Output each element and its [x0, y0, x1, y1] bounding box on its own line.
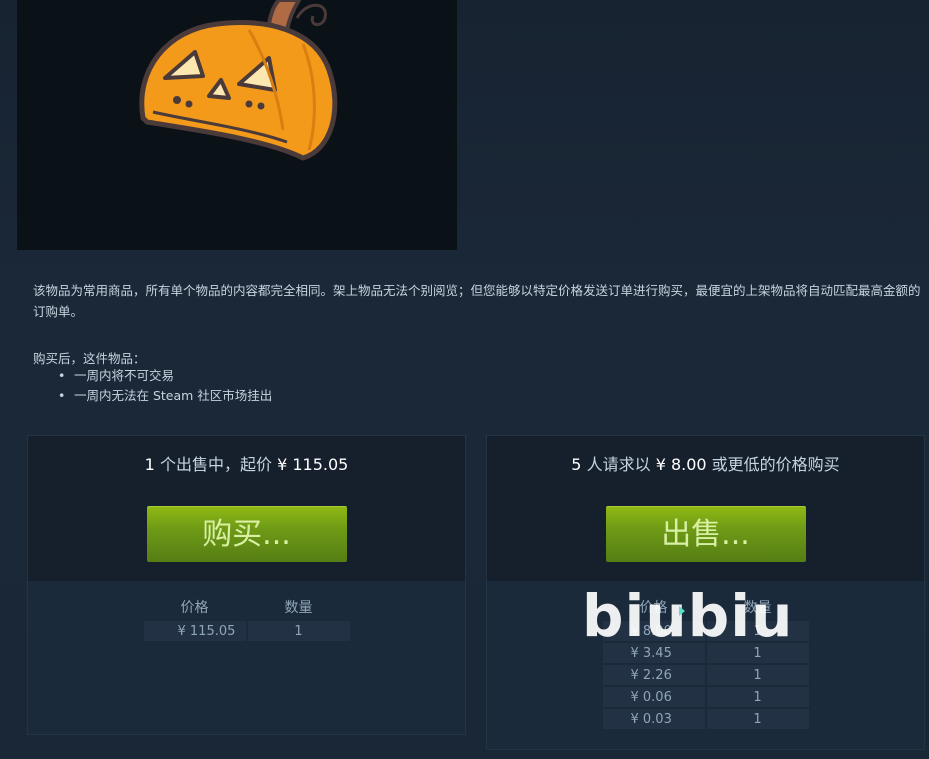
buy-order-count: 5: [571, 455, 582, 474]
column-header-quantity: 数量: [743, 600, 772, 616]
sell-orders-table: 价格 数量 ¥ 115.05 1: [142, 595, 352, 643]
buy-order-price: ¥ 8.00: [655, 455, 707, 474]
sell-starting-price: ¥ 115.05: [277, 455, 349, 474]
table-row: ¥ 0.03 1: [602, 709, 809, 729]
buy-orders-table: 价格 数量 ¥ 8.00 1 ¥ 3.45 1 ¥ 2.26 1 ¥ 0.06 …: [601, 595, 811, 731]
row-quantity: 1: [706, 709, 809, 729]
after-purchase-item: 一周内将不可交易: [58, 366, 272, 386]
mouse-cursor-icon: [679, 606, 685, 616]
sell-listings-header: 1 个出售中，起价 ¥ 115.05: [28, 451, 465, 475]
row-quantity: 1: [706, 665, 809, 685]
market-listing-page: 该物品为常用商品，所有单个物品的内容都完全相同。架上物品无法个别阅览；但您能够以…: [0, 0, 929, 759]
row-price: ¥ 3.45: [602, 643, 705, 663]
buy-orders-area: 价格 数量 ¥ 8.00 1 ¥ 3.45 1 ¥ 2.26 1 ¥ 0.06 …: [487, 581, 924, 749]
buy-orders-header: 5 人请求以 ¥ 8.00 或更低的价格购买: [487, 451, 924, 475]
pumpkin-icon: [139, 0, 338, 161]
table-row: ¥ 115.05 1: [143, 621, 350, 641]
buy-header-text: 人请求以: [586, 455, 651, 474]
sell-listings-panel: 1 个出售中，起价 ¥ 115.05 购买... 价格 数量 ¥ 115.05 …: [27, 435, 466, 735]
sell-orders-area: 价格 数量 ¥ 115.05 1: [28, 581, 465, 734]
sell-button[interactable]: 出售...: [605, 506, 806, 562]
table-row: ¥ 2.26 1: [602, 665, 809, 685]
sell-header-text: 个出售中，起价: [159, 455, 272, 474]
row-price: ¥ 0.06: [602, 687, 705, 707]
buy-header-tail: 或更低的价格购买: [711, 455, 840, 474]
table-row: ¥ 8.00 1: [602, 621, 809, 641]
item-description: 该物品为常用商品，所有单个物品的内容都完全相同。架上物品无法个别阅览；但您能够以…: [33, 283, 921, 319]
row-quantity: 1: [706, 643, 809, 663]
table-row: ¥ 3.45 1: [602, 643, 809, 663]
buy-button[interactable]: 购买...: [146, 506, 347, 562]
table-row: ¥ 0.06 1: [602, 687, 809, 707]
column-header-price: 价格: [180, 600, 209, 616]
sell-count: 1: [144, 455, 155, 474]
row-price: ¥ 8.00: [602, 621, 705, 641]
row-quantity: 1: [706, 621, 809, 641]
after-purchase-title: 购买后，这件物品：: [33, 351, 146, 366]
row-quantity: 1: [247, 621, 350, 641]
after-purchase-list: 一周内将不可交易 一周内无法在 Steam 社区市场挂出: [58, 366, 272, 406]
column-header-price: 价格: [639, 600, 668, 616]
buy-orders-panel: 5 人请求以 ¥ 8.00 或更低的价格购买 出售... 价格 数量 ¥ 8.0…: [486, 435, 925, 750]
row-quantity: 1: [706, 687, 809, 707]
row-price: ¥ 115.05: [143, 621, 246, 641]
column-header-quantity: 数量: [284, 600, 313, 616]
row-price: ¥ 2.26: [602, 665, 705, 685]
row-price: ¥ 0.03: [602, 709, 705, 729]
after-purchase-item: 一周内无法在 Steam 社区市场挂出: [58, 386, 272, 406]
item-image: [17, 0, 457, 250]
